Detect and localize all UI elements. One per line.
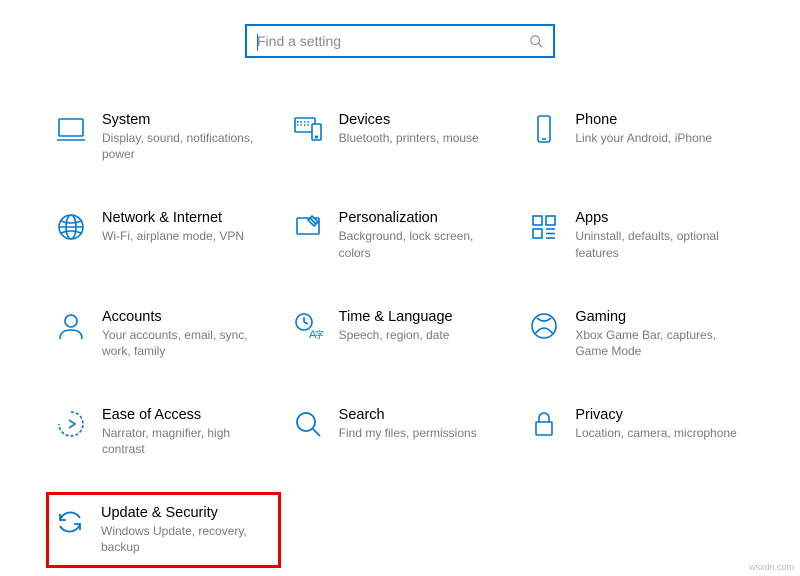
apps-icon	[527, 210, 561, 244]
tile-phone[interactable]: Phone Link your Android, iPhone	[523, 108, 750, 166]
tile-desc: Background, lock screen, colors	[339, 228, 509, 260]
tile-search[interactable]: Search Find my files, permissions	[287, 403, 514, 461]
person-icon	[54, 309, 88, 343]
svg-text:字: 字	[315, 329, 324, 340]
tile-desc: Location, camera, microphone	[575, 425, 736, 441]
tile-title: Network & Internet	[102, 210, 244, 226]
lock-icon	[527, 407, 561, 441]
time-language-icon: A 字	[291, 309, 325, 343]
tile-title: Accounts	[102, 309, 272, 325]
tile-desc: Speech, region, date	[339, 327, 453, 343]
xbox-icon	[527, 309, 561, 343]
tile-desc: Xbox Game Bar, captures, Game Mode	[575, 327, 745, 359]
tile-gaming[interactable]: Gaming Xbox Game Bar, captures, Game Mod…	[523, 305, 750, 363]
ease-icon	[54, 407, 88, 441]
system-icon	[54, 112, 88, 146]
tile-ease-of-access[interactable]: Ease of Access Narrator, magnifier, high…	[50, 403, 277, 461]
tile-system[interactable]: System Display, sound, notifications, po…	[50, 108, 277, 166]
globe-icon	[54, 210, 88, 244]
tile-desc: Link your Android, iPhone	[575, 130, 712, 146]
watermark: wsxdn.com	[749, 562, 794, 572]
tile-desc: Uninstall, defaults, optional features	[575, 228, 745, 260]
tile-desc: Display, sound, notifications, power	[102, 130, 272, 162]
tile-desc: Windows Update, recovery, backup	[101, 523, 271, 555]
search-icon	[529, 34, 543, 48]
tile-network[interactable]: Network & Internet Wi-Fi, airplane mode,…	[50, 206, 277, 264]
search-input[interactable]	[257, 33, 529, 49]
tile-title: Privacy	[575, 407, 736, 423]
tile-devices[interactable]: Devices Bluetooth, printers, mouse	[287, 108, 514, 166]
search-bar-container	[0, 0, 800, 78]
tile-title: Search	[339, 407, 477, 423]
tile-title: Phone	[575, 112, 712, 128]
sync-icon	[53, 505, 87, 539]
tile-title: Time & Language	[339, 309, 453, 325]
tile-title: Gaming	[575, 309, 745, 325]
tile-privacy[interactable]: Privacy Location, camera, microphone	[523, 403, 750, 461]
tile-title: Devices	[339, 112, 479, 128]
tile-apps[interactable]: Apps Uninstall, defaults, optional featu…	[523, 206, 750, 264]
tile-personalization[interactable]: Personalization Background, lock screen,…	[287, 206, 514, 264]
tile-desc: Your accounts, email, sync, work, family	[102, 327, 272, 359]
tile-time-language[interactable]: A 字 Time & Language Speech, region, date	[287, 305, 514, 363]
tile-accounts[interactable]: Accounts Your accounts, email, sync, wor…	[50, 305, 277, 363]
tile-desc: Narrator, magnifier, high contrast	[102, 425, 272, 457]
paint-icon	[291, 210, 325, 244]
tile-title: System	[102, 112, 272, 128]
tile-update-security[interactable]: Update & Security Windows Update, recove…	[46, 492, 281, 568]
tile-desc: Bluetooth, printers, mouse	[339, 130, 479, 146]
phone-icon	[527, 112, 561, 146]
tile-title: Apps	[575, 210, 745, 226]
tile-title: Ease of Access	[102, 407, 272, 423]
devices-icon	[291, 112, 325, 146]
tile-title: Personalization	[339, 210, 509, 226]
search-box[interactable]	[245, 24, 555, 58]
text-caret	[257, 34, 258, 51]
tile-desc: Wi-Fi, airplane mode, VPN	[102, 228, 244, 244]
search-category-icon	[291, 407, 325, 441]
settings-grid: System Display, sound, notifications, po…	[0, 78, 800, 558]
tile-title: Update & Security	[101, 505, 271, 521]
tile-desc: Find my files, permissions	[339, 425, 477, 441]
